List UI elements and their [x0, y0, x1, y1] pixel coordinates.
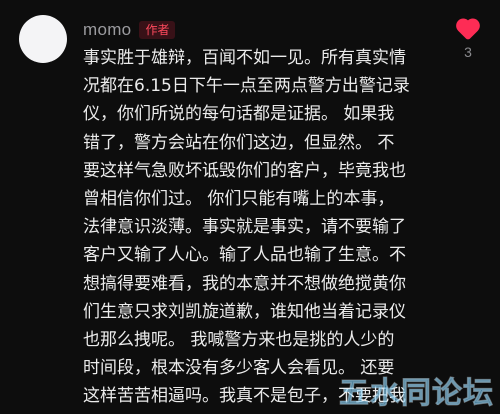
like-count: 3 — [464, 44, 472, 60]
comment-text-line: 仪，你们所说的每句话都是证据。 如果我 — [83, 104, 395, 125]
comment-text-line: 想搞得要难看，我的本意并不想做绝搅黄你 — [83, 273, 406, 294]
comment-text-line: 曾相信你们过。 你们只能有嘴上的本事， — [83, 189, 395, 210]
comment-text-line: 这样苦苦相逼吗。我真不是包子，不要把我 — [83, 386, 406, 407]
comment-text-line: 时间段，根本没有多少客人会看见。 还要 — [83, 358, 395, 379]
comment-item: momo 作者 事实胜于雄辩，百闻不如一见。所有真实情 况都在6.15日下午一点… — [0, 0, 500, 414]
comment-text-line: 况都在6.15日下午一点至两点警方出警记录 — [83, 76, 410, 97]
like-button[interactable]: 3 — [448, 16, 488, 60]
author-badge: 作者 — [139, 21, 176, 39]
comment-text-line: 也那么拽呢。 我喊警方来也是挑的人少的 — [83, 330, 395, 351]
comment-text-line: 错了，警方会站在你们这边，但显然。 不 — [83, 132, 395, 153]
comment-text: 事实胜于雄辩，百闻不如一见。所有真实情 况都在6.15日下午一点至两点警方出警记… — [83, 44, 435, 411]
comment-text-line: 们生意只求刘凯旋道歉，谁知他当着记录仪 — [83, 301, 406, 322]
comment-text-line: 客户又输了人心。输了人品也输了生意。不 — [83, 245, 406, 266]
avatar[interactable] — [19, 15, 67, 63]
username[interactable]: momo — [83, 20, 131, 40]
comment-header: momo 作者 — [83, 16, 176, 44]
comment-text-line: 事实胜于雄辩，百闻不如一见。所有真实情 — [83, 48, 406, 68]
heart-icon — [456, 18, 480, 40]
comment-text-line: 法律意识淡薄。事实就是事实，请不要输了 — [83, 217, 406, 238]
comment-text-line: 要这样气急败坏诋毁你们的客户，毕竟我也 — [83, 160, 406, 181]
